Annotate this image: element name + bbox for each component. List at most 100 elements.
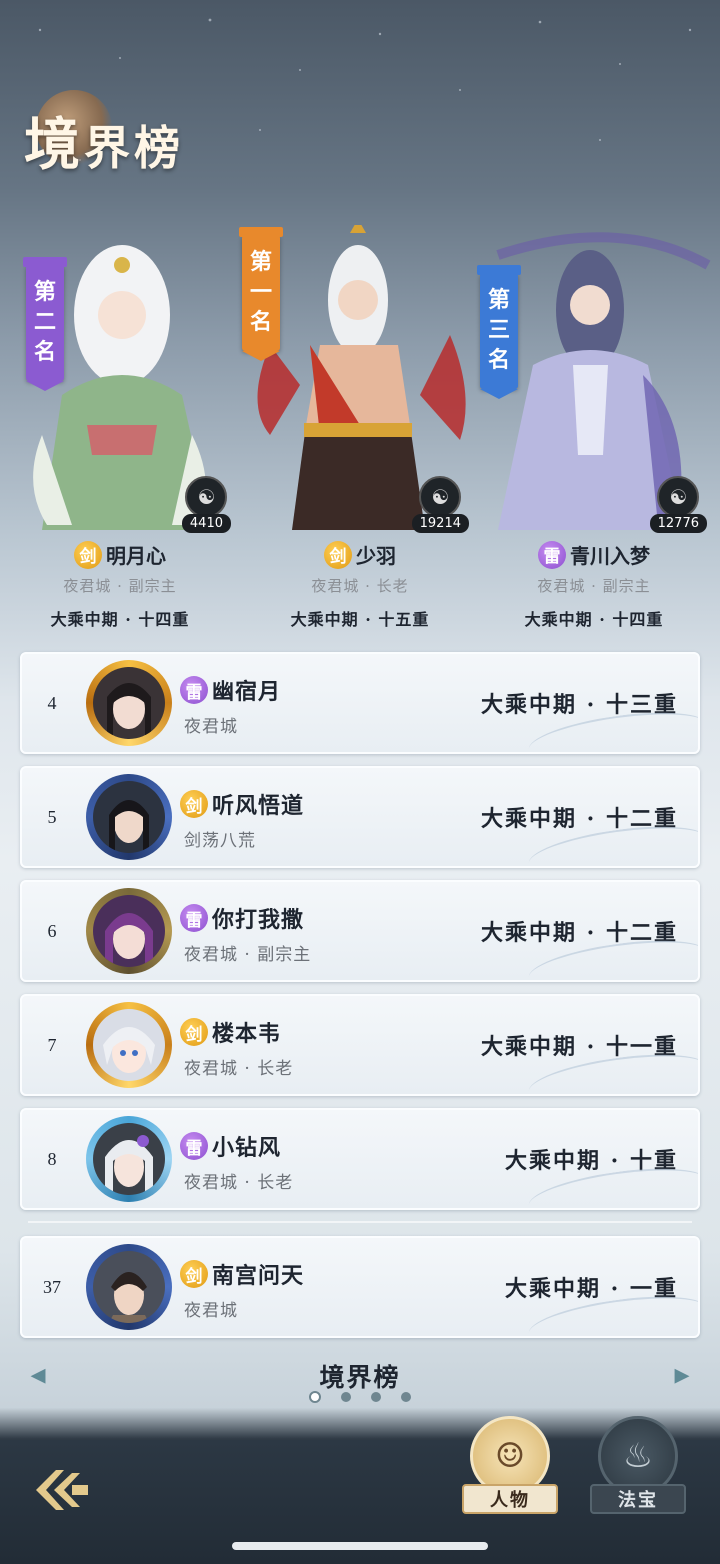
player-name: 听风悟道 (212, 793, 305, 819)
rank-number: 4 (47, 692, 57, 713)
list-divider (28, 1221, 692, 1223)
page-dot[interactable] (371, 1392, 381, 1402)
avatar (86, 1244, 172, 1330)
avatar-image (93, 1123, 165, 1195)
back-button[interactable] (30, 1462, 94, 1518)
thunder-element-icon: 雷 (180, 904, 208, 932)
rank-number: 8 (47, 1148, 57, 1169)
power-badge: ☯ 4410 (181, 476, 231, 533)
ranking-row-5[interactable]: 5 剑 听风悟道 剑荡八荒 大乘中期 · 十二重 (20, 766, 700, 868)
thunder-element-icon: 雷 (180, 676, 208, 704)
pager-title: 境界榜 (319, 1363, 401, 1392)
power-badge: ☯ 19214 (411, 476, 469, 533)
player-sect: 夜君城 · 长老 (184, 1059, 294, 1079)
player-name: 楼本韦 (212, 1021, 282, 1047)
podium-rank-2-card[interactable]: 第二名 ☯ 4410 (2, 225, 237, 535)
player-realm: 大乘中期 · 十三重 (481, 692, 678, 718)
rank-2-banner: 第二名 (23, 257, 67, 391)
combat-power-icon: ☯ (185, 476, 228, 518)
page-header: 境界榜 (24, 90, 244, 178)
leaderboard-pager: ◂ 境界榜 ▸ (0, 1350, 720, 1410)
row-player-info: 雷 小钻风 夜君城 · 长老 (180, 1130, 293, 1193)
sword-element-icon: 剑 (74, 540, 102, 569)
power-value: 4410 (181, 514, 231, 533)
tab-characters[interactable]: ☺ 人物 (460, 1416, 560, 1536)
podium-rank-1-card[interactable]: 第一名 ☯ 19214 (239, 225, 475, 535)
page-indicator-dots (0, 1391, 720, 1403)
avatar (86, 1002, 172, 1088)
next-page-arrow-icon[interactable]: ▸ (664, 1356, 700, 1392)
my-ranking-row[interactable]: 37 剑 南宫问天 夜君城 大乘中期 · 一重 (20, 1236, 700, 1338)
avatar-image (93, 781, 165, 853)
row-player-info: 雷 幽宿月 夜君城 (180, 674, 281, 737)
sword-element-icon: 剑 (180, 790, 208, 818)
player-name: 你打我撒 (212, 907, 305, 933)
player-name: 幽宿月 (212, 679, 282, 705)
player-name: 少羽 (356, 544, 396, 568)
sword-element-icon: 剑 (180, 1260, 208, 1288)
player-sect: 夜君城 · 长老 (184, 1173, 294, 1193)
combat-power-icon: ☯ (419, 476, 462, 518)
sword-element-icon: 剑 (324, 540, 352, 569)
page-dot[interactable] (401, 1392, 411, 1402)
tab-treasures-label: 法宝 (590, 1484, 686, 1514)
player-sect: 夜君城 (184, 1301, 238, 1321)
power-value: 12776 (649, 514, 707, 533)
power-badge: ☯ 12776 (649, 476, 707, 533)
rank-number: 7 (47, 1034, 57, 1055)
rank-3-banner: 第三名 (477, 265, 521, 399)
tab-treasures[interactable]: ♨ 法宝 (588, 1416, 688, 1536)
avatar-image (93, 1251, 165, 1323)
avatar (86, 888, 172, 974)
avatar-image (93, 895, 165, 967)
ranking-row-4[interactable]: 4 雷 幽宿月 夜君城 大乘中期 · 十三重 (20, 652, 700, 754)
bottom-navigation-bar: ☺ 人物 ♨ 法宝 (0, 1416, 720, 1564)
avatar-image (93, 667, 165, 739)
player-realm: 大乘中期 · 十二重 (481, 920, 678, 946)
rank-number: 37 (43, 1276, 61, 1297)
power-value: 19214 (411, 514, 469, 533)
back-arrow-icon (36, 1470, 88, 1510)
ranking-row-8[interactable]: 8 雷 小钻风 夜君城 · 长老 大乘中期 · 十重 (20, 1108, 700, 1210)
tab-characters-label: 人物 (462, 1484, 558, 1514)
player-sect: 夜君城 · 副宗主 (184, 945, 312, 965)
avatar (86, 660, 172, 746)
player-sect: 夜君城 · 副宗主 (63, 577, 177, 595)
player-realm: 大乘中期 · 十重 (505, 1148, 678, 1174)
row-player-info: 剑 楼本韦 夜君城 · 长老 (180, 1016, 293, 1079)
home-indicator[interactable] (232, 1542, 488, 1550)
player-realm: 大乘中期 · 十四重 (50, 610, 190, 629)
player-name: 青川入梦 (570, 544, 650, 568)
player-sect: 剑荡八荒 (184, 831, 256, 851)
podium-rank-3-info: 雷 青川入梦 夜君城 · 副宗主 大乘中期 · 十四重 (474, 540, 714, 630)
row-player-info: 剑 南宫问天 夜君城 (180, 1258, 304, 1321)
player-name: 小钻风 (212, 1135, 282, 1161)
avatar (86, 774, 172, 860)
podium-rank-1-info: 剑 少羽 夜君城 · 长老 大乘中期 · 十五重 (240, 540, 480, 630)
player-name: 明月心 (106, 544, 166, 568)
avatar-image (93, 1009, 165, 1081)
player-name: 南宫问天 (212, 1263, 305, 1289)
ranking-row-7[interactable]: 7 剑 楼本韦 夜君城 · 长老 大乘中期 · 十一重 (20, 994, 700, 1096)
player-realm: 大乘中期 · 十四重 (524, 610, 664, 629)
podium-rank-2-info: 剑 明月心 夜君城 · 副宗主 大乘中期 · 十四重 (0, 540, 240, 630)
player-realm: 大乘中期 · 十五重 (290, 610, 430, 629)
player-realm: 大乘中期 · 十二重 (481, 806, 678, 832)
page-dot[interactable] (341, 1392, 351, 1402)
player-realm: 大乘中期 · 一重 (505, 1276, 678, 1302)
thunder-element-icon: 雷 (180, 1132, 208, 1160)
avatar (86, 1116, 172, 1202)
rank-number: 5 (47, 806, 57, 827)
podium-rank-3-card[interactable]: 第三名 ☯ 12776 (477, 225, 713, 535)
player-sect: 夜君城 · 长老 (311, 577, 409, 595)
player-sect: 夜君城 (184, 717, 238, 737)
page-dot-active[interactable] (309, 1391, 321, 1403)
row-player-info: 剑 听风悟道 剑荡八荒 (180, 788, 304, 851)
row-player-info: 雷 你打我撒 夜君城 · 副宗主 (180, 902, 311, 965)
sword-element-icon: 剑 (180, 1018, 208, 1046)
ranking-row-6[interactable]: 6 雷 你打我撒 夜君城 · 副宗主 大乘中期 · 十二重 (20, 880, 700, 982)
player-realm: 大乘中期 · 十一重 (481, 1034, 678, 1060)
player-sect: 夜君城 · 副宗主 (537, 577, 651, 595)
combat-power-icon: ☯ (657, 476, 700, 518)
page-title: 境界榜 (24, 112, 184, 178)
